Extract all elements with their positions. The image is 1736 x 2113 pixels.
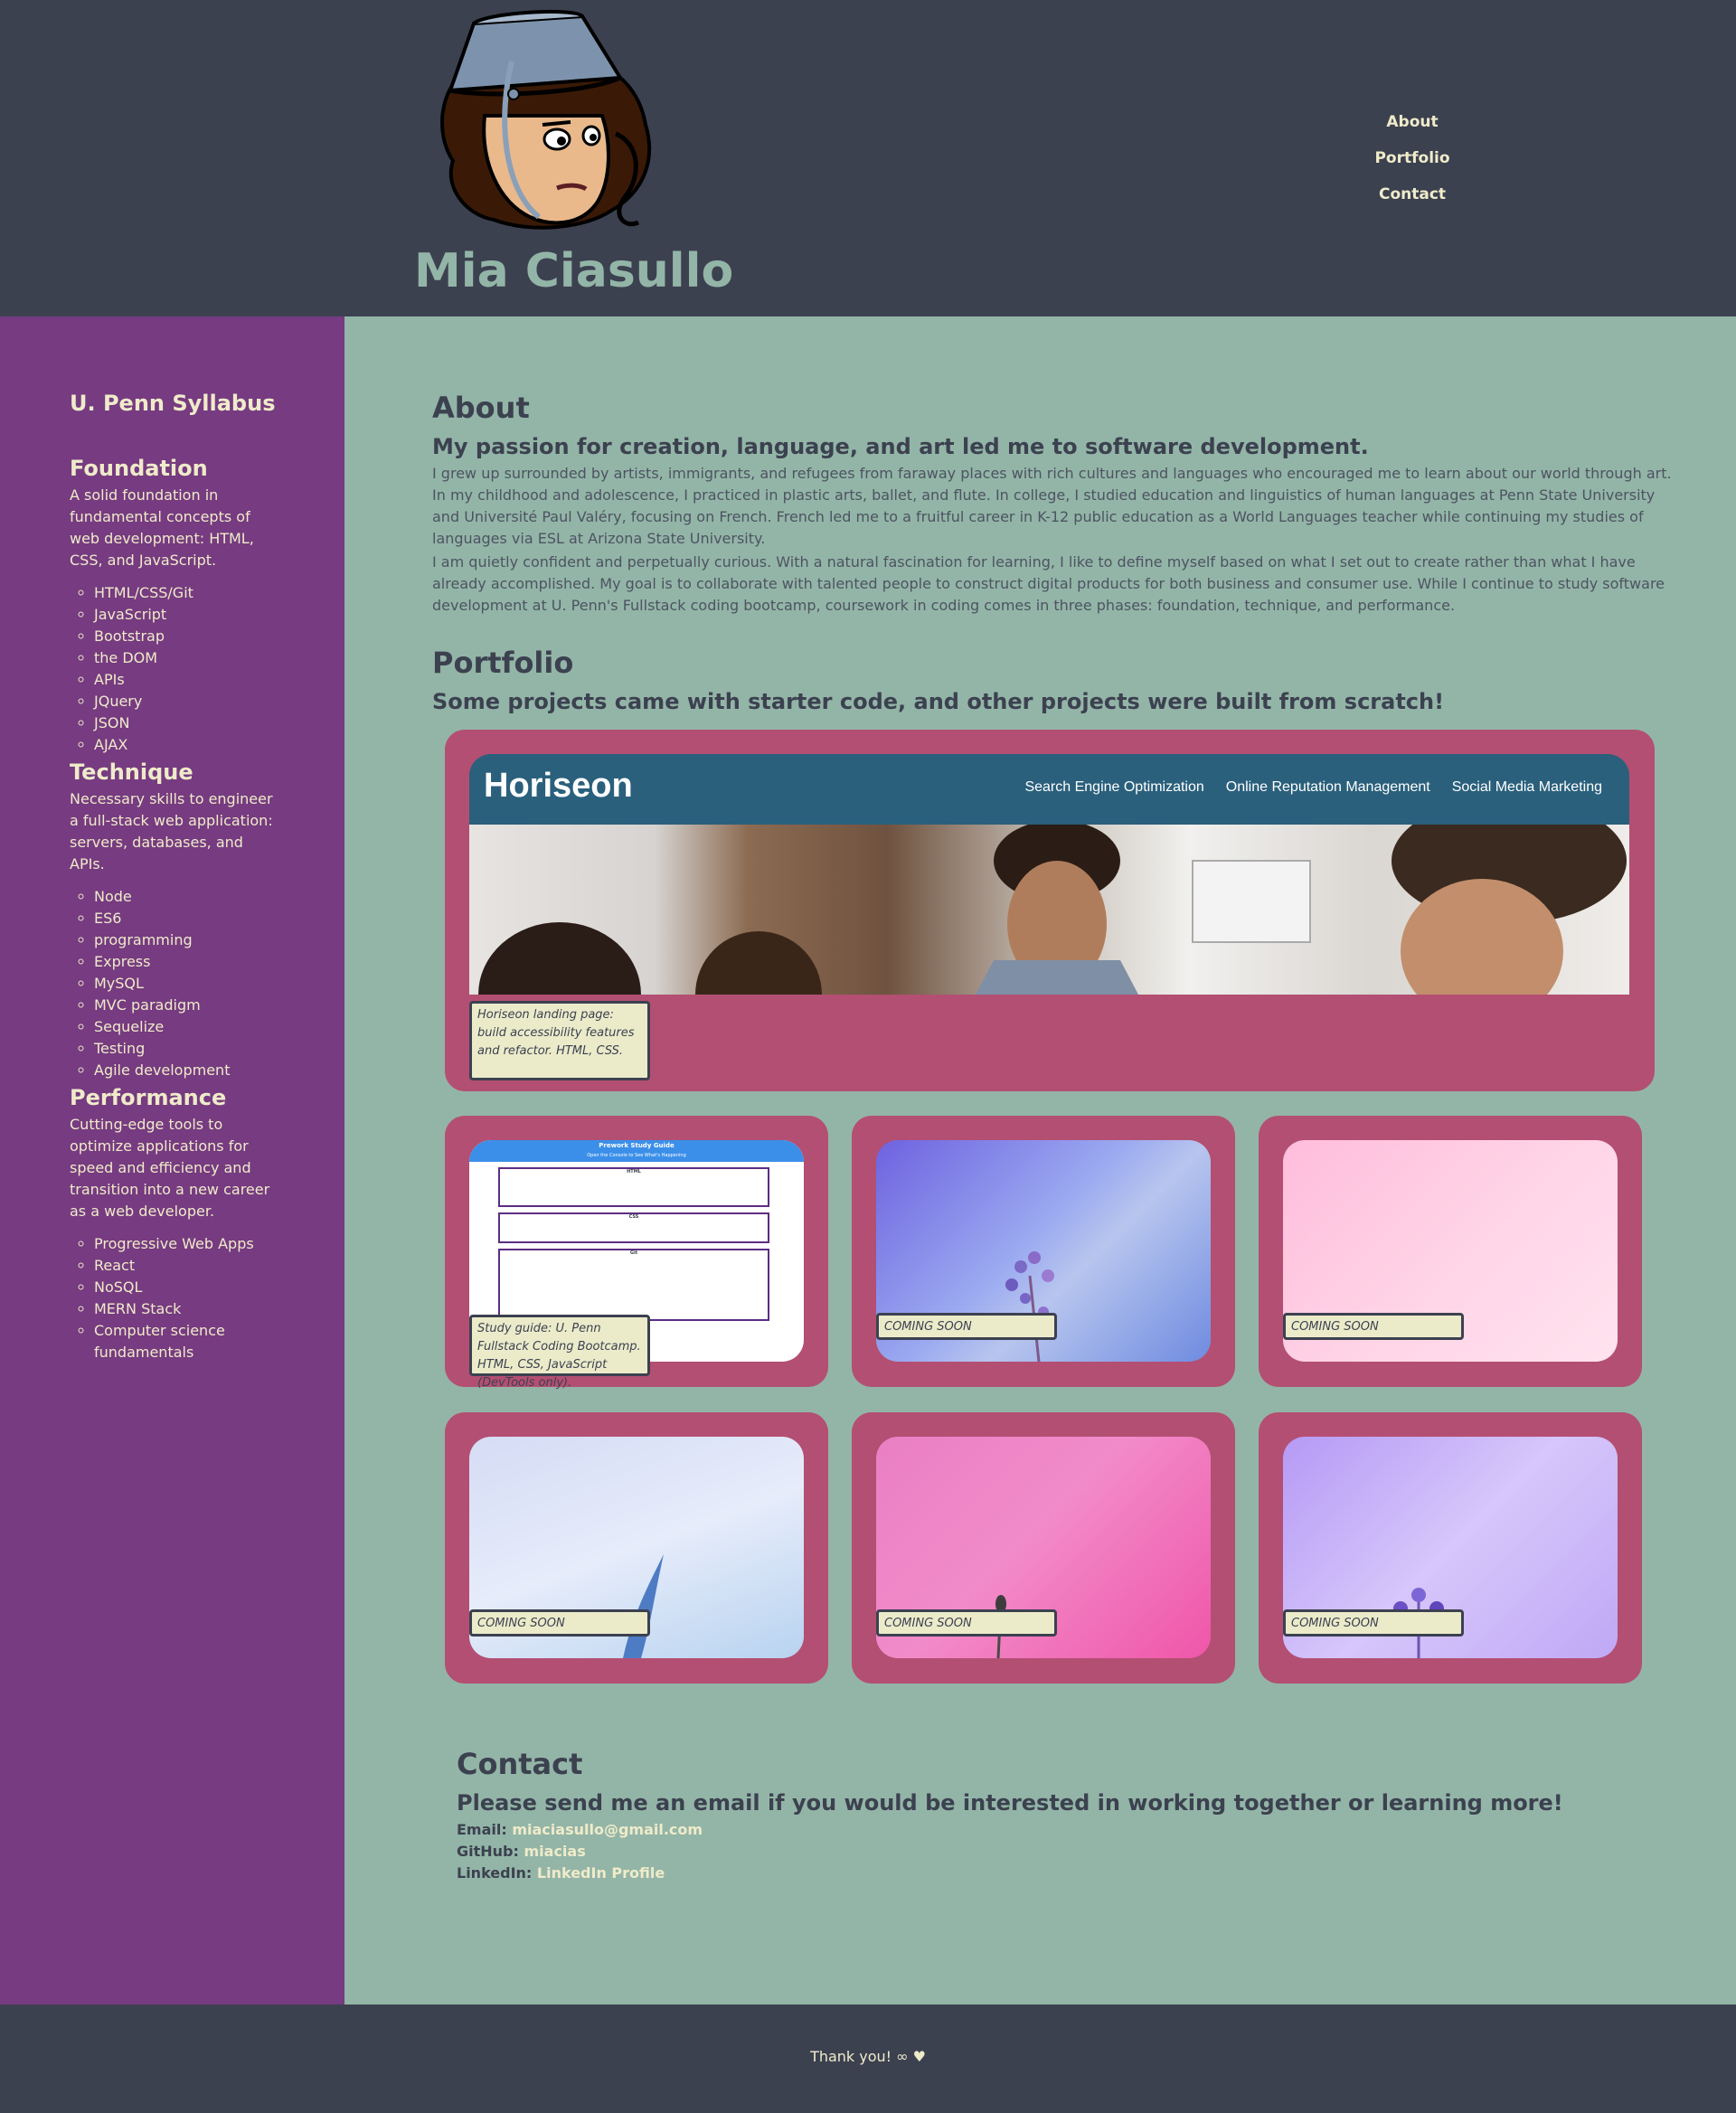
list-item: JSON bbox=[94, 712, 284, 734]
avatar-illustration bbox=[440, 9, 651, 230]
list-item: AJAX bbox=[94, 734, 284, 756]
list-item: Agile development bbox=[94, 1060, 284, 1081]
screen-section-box: HTML bbox=[498, 1167, 769, 1207]
project-card[interactable]: COMING SOON bbox=[1259, 1116, 1642, 1387]
screen-section-label: CSS bbox=[628, 1214, 639, 1220]
list-item: APIs bbox=[94, 669, 284, 691]
list-item: Progressive Web Apps bbox=[94, 1233, 284, 1255]
list-item: JavaScript bbox=[94, 604, 284, 626]
sidebar-section-technique: Technique Necessary skills to engineer a… bbox=[70, 756, 296, 1081]
screen-section-box: CSS bbox=[498, 1212, 769, 1243]
list-item: Sequelize bbox=[94, 1016, 284, 1038]
project-caption: COMING SOON bbox=[876, 1609, 1057, 1637]
about-subheading: My passion for creation, language, and a… bbox=[432, 434, 1369, 459]
screen-section-box: Git bbox=[498, 1249, 769, 1321]
portfolio-subheading: Some projects came with starter code, an… bbox=[432, 689, 1445, 714]
list-item: programming bbox=[94, 929, 284, 951]
skill-list: Node ES6 programming Express MySQL MVC p… bbox=[70, 886, 296, 1081]
list-item: Bootstrap bbox=[94, 626, 284, 647]
screen-section-label: HTML bbox=[627, 1169, 641, 1174]
screen-section-label: Git bbox=[629, 1250, 638, 1256]
project-caption: COMING SOON bbox=[1283, 1313, 1464, 1340]
contact-subheading: Please send me an email if you would be … bbox=[457, 1790, 1563, 1816]
list-item: Express bbox=[94, 951, 284, 973]
horiseon-logo: Horiseon bbox=[484, 767, 633, 805]
contact-heading: Contact bbox=[457, 1747, 583, 1781]
sidebar-sections: Foundation A solid foundation in fundame… bbox=[70, 452, 296, 1363]
top-nav: About Portfolio Contact bbox=[1356, 107, 1468, 215]
project-caption: Horiseon landing page: build accessibili… bbox=[469, 1001, 650, 1080]
section-description: A solid foundation in fundamental concep… bbox=[70, 486, 254, 569]
main-content: About My passion for creation, language,… bbox=[344, 316, 1736, 2005]
linkedin-link[interactable]: LinkedIn Profile bbox=[537, 1864, 665, 1882]
project-card[interactable]: COMING SOON bbox=[445, 1412, 828, 1684]
project-caption: COMING SOON bbox=[469, 1609, 650, 1637]
horiseon-nav: Search Engine Optimization Online Reputa… bbox=[1024, 779, 1602, 796]
section-description: Necessary skills to engineer a full-stac… bbox=[70, 790, 273, 873]
nav-link-portfolio[interactable]: Portfolio bbox=[1356, 143, 1468, 179]
syllabus-sidebar: U. Penn Syllabus Foundation A solid foun… bbox=[0, 316, 344, 2005]
horiseon-nav-item: Search Engine Optimization bbox=[1024, 779, 1204, 795]
portfolio-heading: Portfolio bbox=[432, 646, 574, 680]
about-heading: About bbox=[432, 391, 530, 425]
sidebar-title: U. Penn Syllabus bbox=[70, 391, 276, 416]
project-card[interactable]: COMING SOON bbox=[852, 1116, 1235, 1387]
list-item: the DOM bbox=[94, 647, 284, 669]
list-item: Testing bbox=[94, 1038, 284, 1060]
site-footer: Thank you! ∞ ♥ bbox=[0, 2005, 1736, 2113]
project-caption: COMING SOON bbox=[1283, 1609, 1464, 1637]
project-caption: COMING SOON bbox=[876, 1313, 1057, 1340]
project-card[interactable]: COMING SOON bbox=[852, 1412, 1235, 1684]
site-name: Mia Ciasullo bbox=[414, 244, 734, 298]
about-paragraph: I am quietly confident and perpetually c… bbox=[432, 553, 1665, 614]
list-item: React bbox=[94, 1255, 284, 1277]
featured-project-card[interactable]: Horiseon Search Engine Optimization Onli… bbox=[445, 730, 1655, 1091]
github-link[interactable]: miacias bbox=[524, 1843, 585, 1860]
project-card[interactable]: COMING SOON bbox=[1259, 1412, 1642, 1684]
skill-list: Progressive Web Apps React NoSQL MERN St… bbox=[70, 1233, 296, 1363]
email-link[interactable]: miaciasullo@gmail.com bbox=[512, 1821, 703, 1838]
project-card[interactable]: Prework Study Guide Open the Console to … bbox=[445, 1116, 828, 1390]
contact-linkedin-row: LinkedIn: LinkedIn Profile bbox=[457, 1863, 665, 1884]
list-item: JQuery bbox=[94, 691, 284, 712]
list-item: MVC paradigm bbox=[94, 995, 284, 1016]
site-header: Mia Ciasullo About Portfolio Contact bbox=[0, 0, 1736, 316]
horiseon-header: Horiseon Search Engine Optimization Onli… bbox=[469, 754, 1629, 825]
list-item: MySQL bbox=[94, 973, 284, 995]
list-item: MERN Stack bbox=[94, 1298, 284, 1320]
sidebar-section-performance: Performance Cutting-edge tools to optimi… bbox=[70, 1081, 296, 1363]
list-item: Computer science fundamentals bbox=[94, 1320, 284, 1363]
nav-link-about[interactable]: About bbox=[1356, 107, 1468, 143]
contact-email-row: Email: miaciasullo@gmail.com bbox=[457, 1819, 703, 1841]
screen-title: Prework Study Guide bbox=[599, 1142, 675, 1149]
about-paragraph: I grew up surrounded by artists, immigra… bbox=[432, 465, 1672, 547]
list-item: HTML/CSS/Git bbox=[94, 582, 284, 604]
screen-subtitle: Open the Console to See What's Happening bbox=[587, 1153, 686, 1158]
github-label: GitHub: bbox=[457, 1843, 519, 1860]
project-caption: Study guide: U. Penn Fullstack Coding Bo… bbox=[469, 1315, 650, 1390]
list-item: NoSQL bbox=[94, 1277, 284, 1298]
nav-link-contact[interactable]: Contact bbox=[1356, 179, 1468, 215]
horiseon-hero-photo bbox=[469, 825, 1629, 995]
section-heading: Foundation bbox=[70, 456, 208, 481]
contact-github-row: GitHub: miacias bbox=[457, 1841, 586, 1863]
horiseon-nav-item: Online Reputation Management bbox=[1225, 779, 1430, 795]
list-item: ES6 bbox=[94, 908, 284, 929]
horiseon-nav-item: Social Media Marketing bbox=[1451, 779, 1602, 795]
screen-header: Prework Study Guide Open the Console to … bbox=[469, 1140, 804, 1162]
sidebar-section-foundation: Foundation A solid foundation in fundame… bbox=[70, 452, 296, 756]
section-heading: Performance bbox=[70, 1085, 227, 1110]
linkedin-label: LinkedIn: bbox=[457, 1864, 533, 1882]
footer-text: Thank you! ∞ ♥ bbox=[810, 2048, 926, 2065]
list-item: Node bbox=[94, 886, 284, 908]
skill-list: HTML/CSS/Git JavaScript Bootstrap the DO… bbox=[70, 582, 296, 756]
section-description: Cutting-edge tools to optimize applicati… bbox=[70, 1116, 270, 1220]
section-heading: Technique bbox=[70, 759, 193, 785]
email-label: Email: bbox=[457, 1821, 507, 1838]
